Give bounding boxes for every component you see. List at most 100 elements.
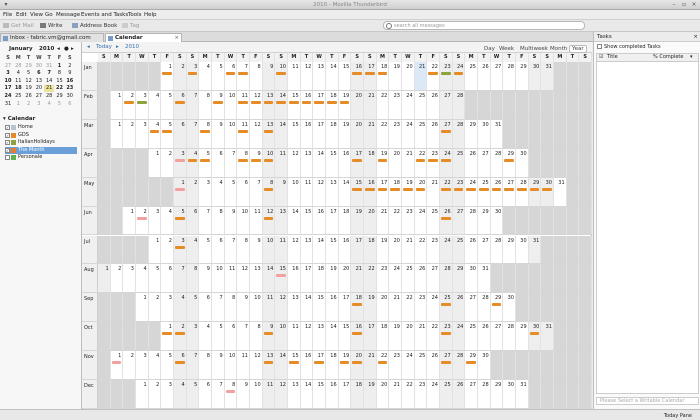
- day-cell[interactable]: 6: [212, 235, 225, 264]
- day-cell[interactable]: 26: [427, 90, 440, 119]
- day-cell[interactable]: 30: [516, 148, 529, 177]
- day-cell[interactable]: 24: [402, 351, 415, 380]
- day-cell[interactable]: 10: [288, 177, 301, 206]
- day-cell[interactable]: 24: [452, 62, 466, 90]
- event-item[interactable]: [466, 187, 476, 191]
- minimonth-day[interactable]: 21: [44, 85, 55, 93]
- event-item[interactable]: [377, 158, 388, 162]
- day-cell[interactable]: 15: [313, 293, 326, 322]
- day-cell[interactable]: 27: [491, 322, 504, 351]
- day-cell[interactable]: 23: [402, 206, 415, 235]
- day-cell[interactable]: 11: [262, 380, 276, 408]
- day-cell[interactable]: 21: [415, 322, 428, 351]
- day-cell[interactable]: 3: [186, 62, 200, 90]
- event-item[interactable]: [377, 72, 388, 75]
- prev-year-icon[interactable]: ◂: [87, 44, 90, 50]
- day-cell[interactable]: 27: [427, 264, 440, 293]
- day-cell[interactable]: 6: [161, 264, 174, 293]
- day-cell[interactable]: 13: [250, 264, 263, 293]
- day-cell[interactable]: 2: [161, 235, 174, 264]
- day-cell[interactable]: 18: [326, 351, 339, 380]
- day-cell[interactable]: 14: [288, 206, 301, 235]
- event-item[interactable]: [352, 72, 362, 75]
- task-column-title[interactable]: Title: [607, 54, 618, 61]
- day-cell[interactable]: 12: [313, 177, 326, 206]
- day-cell[interactable]: 11: [237, 351, 250, 380]
- day-cell[interactable]: 5: [161, 351, 174, 380]
- day-cell[interactable]: 27: [452, 206, 466, 235]
- day-cell[interactable]: 18: [326, 90, 339, 119]
- event-item[interactable]: [289, 361, 299, 365]
- day-cell[interactable]: 16: [351, 62, 364, 90]
- day-cell[interactable]: 9: [237, 293, 250, 322]
- minimonth-day[interactable]: 7: [44, 70, 54, 77]
- event-item[interactable]: [352, 158, 362, 162]
- event-item[interactable]: [213, 100, 223, 104]
- day-cell[interactable]: 8: [199, 119, 212, 148]
- day-cell[interactable]: 28: [478, 293, 491, 322]
- day-cell[interactable]: 8: [237, 235, 250, 264]
- calendar-list-item[interactable]: ✓ ItalianHolidays: [5, 139, 77, 146]
- event-item[interactable]: [365, 72, 375, 75]
- day-cell[interactable]: 2: [186, 177, 200, 206]
- day-cell[interactable]: 15: [288, 119, 301, 148]
- event-item[interactable]: [187, 72, 198, 75]
- minimonth-day[interactable]: 4: [13, 70, 23, 77]
- event-item[interactable]: [276, 274, 286, 278]
- day-cell[interactable]: 31: [478, 264, 491, 293]
- day-cell[interactable]: 7: [237, 62, 250, 90]
- day-cell[interactable]: 14: [326, 322, 339, 351]
- day-cell[interactable]: 14: [313, 148, 326, 177]
- event-item[interactable]: [124, 100, 134, 104]
- day-cell[interactable]: 1: [161, 62, 174, 90]
- day-cell[interactable]: 21: [364, 119, 377, 148]
- day-cell[interactable]: 8: [212, 206, 225, 235]
- day-cell[interactable]: 22: [389, 206, 402, 235]
- day-cell[interactable]: 12: [301, 62, 314, 90]
- day-cell[interactable]: 5: [149, 264, 162, 293]
- day-cell[interactable]: 12: [250, 351, 263, 380]
- day-cell[interactable]: 20: [389, 148, 402, 177]
- day-cell[interactable]: 4: [174, 380, 187, 408]
- day-cell[interactable]: 26: [452, 380, 466, 408]
- minimonth-day[interactable]: 6: [65, 101, 75, 108]
- event-item[interactable]: [339, 361, 350, 365]
- day-cell[interactable]: 19: [377, 235, 390, 264]
- day-cell[interactable]: 6: [225, 322, 238, 351]
- day-cell[interactable]: 1: [111, 351, 124, 380]
- day-cell[interactable]: 3: [174, 148, 187, 177]
- event-item[interactable]: [428, 72, 438, 75]
- event-item[interactable]: [187, 158, 198, 162]
- day-cell[interactable]: 6: [199, 293, 212, 322]
- day-cell[interactable]: 17: [313, 119, 326, 148]
- day-cell[interactable]: 11: [288, 62, 301, 90]
- day-cell[interactable]: 8: [225, 380, 238, 408]
- day-cell[interactable]: 27: [478, 235, 491, 264]
- event-item[interactable]: [200, 158, 210, 162]
- day-cell[interactable]: 16: [351, 322, 364, 351]
- day-cell[interactable]: 16: [326, 380, 339, 408]
- day-cell[interactable]: 19: [339, 119, 352, 148]
- event-item[interactable]: [263, 216, 274, 220]
- day-cell[interactable]: 29: [503, 148, 516, 177]
- day-cell[interactable]: 15: [339, 322, 352, 351]
- day-cell[interactable]: 18: [377, 322, 390, 351]
- day-cell[interactable]: 21: [364, 351, 377, 380]
- today-pane-button[interactable]: Today Pane: [664, 413, 692, 419]
- day-cell[interactable]: 28: [491, 235, 504, 264]
- minimonth-day[interactable]: 24: [3, 93, 13, 100]
- day-cell[interactable]: 25: [465, 62, 478, 90]
- day-cell[interactable]: 30: [478, 351, 491, 380]
- minimonth-day[interactable]: 4: [44, 101, 54, 108]
- day-cell[interactable]: 29: [491, 293, 504, 322]
- day-cell[interactable]: 29: [516, 322, 529, 351]
- day-cell[interactable]: 17: [301, 264, 314, 293]
- view-day-button[interactable]: Day: [482, 45, 497, 53]
- day-cell[interactable]: 31: [491, 119, 504, 148]
- event-item[interactable]: [504, 187, 514, 191]
- day-cell[interactable]: 27: [465, 380, 478, 408]
- day-cell[interactable]: 28: [503, 62, 516, 90]
- event-item[interactable]: [491, 187, 502, 191]
- day-cell[interactable]: 15: [275, 264, 288, 293]
- event-item[interactable]: [175, 245, 185, 249]
